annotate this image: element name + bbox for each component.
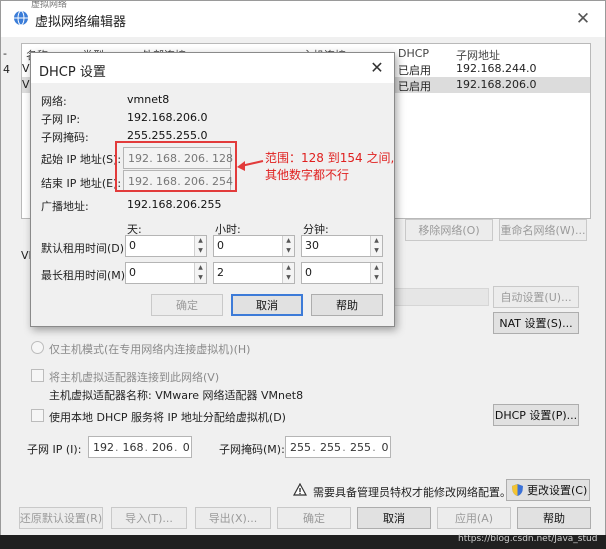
stepper-arrows-icon[interactable]: ▲ ▼ bbox=[370, 263, 382, 283]
max-lease-days-stepper[interactable]: 0 ▲ ▼ bbox=[125, 262, 207, 284]
dhcp-close-icon[interactable]: ✕ bbox=[367, 58, 387, 78]
end-ip-label: 结束 IP 地址(E): bbox=[41, 177, 122, 190]
subnet-mask-label: 子网掩码(M): bbox=[219, 443, 285, 456]
stepper-arrows-icon[interactable]: ▲ ▼ bbox=[194, 236, 206, 256]
stepper-arrows-icon[interactable]: ▲ ▼ bbox=[282, 236, 294, 256]
broadcast-value: 192.168.206.255 bbox=[127, 198, 222, 211]
subnet-ip-input[interactable]: 192. 168. 206. 0 bbox=[88, 436, 192, 458]
use-dhcp-checkbox[interactable] bbox=[31, 409, 44, 422]
remove-network-button[interactable]: 移除网络(O) bbox=[405, 219, 493, 241]
subnet-ip-label: 子网 IP: bbox=[41, 113, 81, 126]
watermark-text: https://blog.csdn.net/Java_stud bbox=[458, 534, 598, 544]
stepper-arrows-icon[interactable]: ▲ ▼ bbox=[370, 236, 382, 256]
nat-settings-button[interactable]: NAT 设置(S)... bbox=[493, 312, 579, 334]
change-settings-button[interactable]: 更改设置(C) bbox=[506, 479, 590, 501]
ok-button[interactable]: 确定 bbox=[277, 507, 351, 529]
use-dhcp-label: 使用本地 DHCP 服务将 IP 地址分配给虚拟机(D) bbox=[49, 411, 286, 424]
export-button[interactable]: 导出(X)... bbox=[195, 507, 271, 529]
left-cutoff-label: - bbox=[3, 47, 7, 60]
main-window-title: 虚拟网络编辑器 bbox=[35, 15, 127, 30]
subnet-mask-input[interactable]: 255. 255. 255. 0 bbox=[285, 436, 391, 458]
auto-settings-button[interactable]: 自动设置(U)... bbox=[493, 286, 579, 308]
stepper-arrows-icon[interactable]: ▲ ▼ bbox=[282, 263, 294, 283]
apply-button[interactable]: 应用(A) bbox=[437, 507, 511, 529]
stepper-arrows-icon[interactable]: ▲ ▼ bbox=[194, 263, 206, 283]
import-button[interactable]: 导入(T)... bbox=[111, 507, 187, 529]
help-button[interactable]: 帮助 bbox=[517, 507, 591, 529]
annotation-line-2: 其他数字都不行 bbox=[265, 168, 350, 182]
row-subnet: 192.168.244.0 bbox=[456, 62, 537, 75]
dhcp-settings-button[interactable]: DHCP 设置(P)... bbox=[493, 404, 579, 426]
broadcast-label: 广播地址: bbox=[41, 200, 89, 213]
row-dhcp: 已启用 bbox=[398, 64, 431, 77]
main-title-bar: 虚拟网络编辑器 bbox=[1, 1, 605, 37]
bridge-target-dropdown[interactable] bbox=[391, 288, 489, 306]
start-ip-label: 起始 IP 地址(S): bbox=[41, 153, 122, 166]
admin-notice-text: 需要具备管理员特权才能修改网络配置。 bbox=[313, 486, 511, 499]
default-lease-minutes-stepper[interactable]: 30 ▲ ▼ bbox=[301, 235, 383, 257]
connect-adapter-label: 将主机虚拟适配器连接到此网络(V) bbox=[49, 371, 220, 384]
restore-defaults-button[interactable]: 还原默认设置(R) bbox=[19, 507, 103, 529]
connect-adapter-checkbox[interactable] bbox=[31, 369, 44, 382]
host-only-radio[interactable] bbox=[31, 341, 44, 354]
dhcp-help-button[interactable]: 帮助 bbox=[311, 294, 383, 316]
default-lease-days-stepper[interactable]: 0 ▲ ▼ bbox=[125, 235, 207, 257]
cancel-button[interactable]: 取消 bbox=[357, 507, 431, 529]
annotation-highlight-box bbox=[115, 141, 237, 192]
dhcp-title-bar: DHCP 设置 bbox=[31, 53, 394, 83]
rename-network-button[interactable]: 重命名网络(W)... bbox=[499, 219, 587, 241]
network-label: 网络: bbox=[41, 95, 67, 108]
left-cutoff-label: 4 bbox=[3, 63, 10, 76]
subnet-mask-label: 子网掩码: bbox=[41, 131, 89, 144]
background-window-peek: 虚拟网络 bbox=[31, 0, 68, 10]
main-close-icon[interactable]: ✕ bbox=[573, 9, 593, 29]
max-lease-hours-stepper[interactable]: 2 ▲ ▼ bbox=[213, 262, 295, 284]
dhcp-settings-dialog: DHCP 设置 ✕ 网络: vmnet8 子网 IP: 192.168.206.… bbox=[30, 52, 395, 327]
row-subnet: 192.168.206.0 bbox=[456, 78, 537, 91]
dhcp-cancel-button[interactable]: 取消 bbox=[231, 294, 303, 316]
annotation-text: 范围：128 到154 之间, 其他数字都不行 bbox=[265, 150, 394, 184]
subnet-ip-value: 192.168.206.0 bbox=[127, 111, 208, 124]
col-header-subnet[interactable]: 子网地址 bbox=[456, 47, 500, 63]
dhcp-ok-button[interactable]: 确定 bbox=[151, 294, 223, 316]
network-globe-icon bbox=[14, 10, 28, 26]
dhcp-dialog-title: DHCP 设置 bbox=[39, 65, 106, 80]
warning-icon bbox=[293, 483, 307, 496]
default-lease-label: 默认租用时间(D): bbox=[41, 242, 128, 255]
adapter-name-label: 主机虚拟适配器名称: VMware 网络适配器 VMnet8 bbox=[49, 389, 304, 402]
col-header-dhcp[interactable]: DHCP bbox=[398, 47, 429, 60]
annotation-line-1: 范围：128 到154 之间, bbox=[265, 151, 395, 165]
uac-shield-icon bbox=[512, 484, 523, 496]
subnet-ip-label: 子网 IP (I): bbox=[27, 443, 82, 456]
max-lease-label: 最长租用时间(M): bbox=[41, 269, 129, 282]
default-lease-hours-stepper[interactable]: 0 ▲ ▼ bbox=[213, 235, 295, 257]
host-only-label: 仅主机模式(在专用网络内连接虚拟机)(H) bbox=[49, 343, 251, 356]
network-value: vmnet8 bbox=[127, 93, 170, 106]
row-dhcp: 已启用 bbox=[398, 80, 431, 93]
max-lease-minutes-stepper[interactable]: 0 ▲ ▼ bbox=[301, 262, 383, 284]
annotation-arrow-icon bbox=[237, 160, 264, 171]
